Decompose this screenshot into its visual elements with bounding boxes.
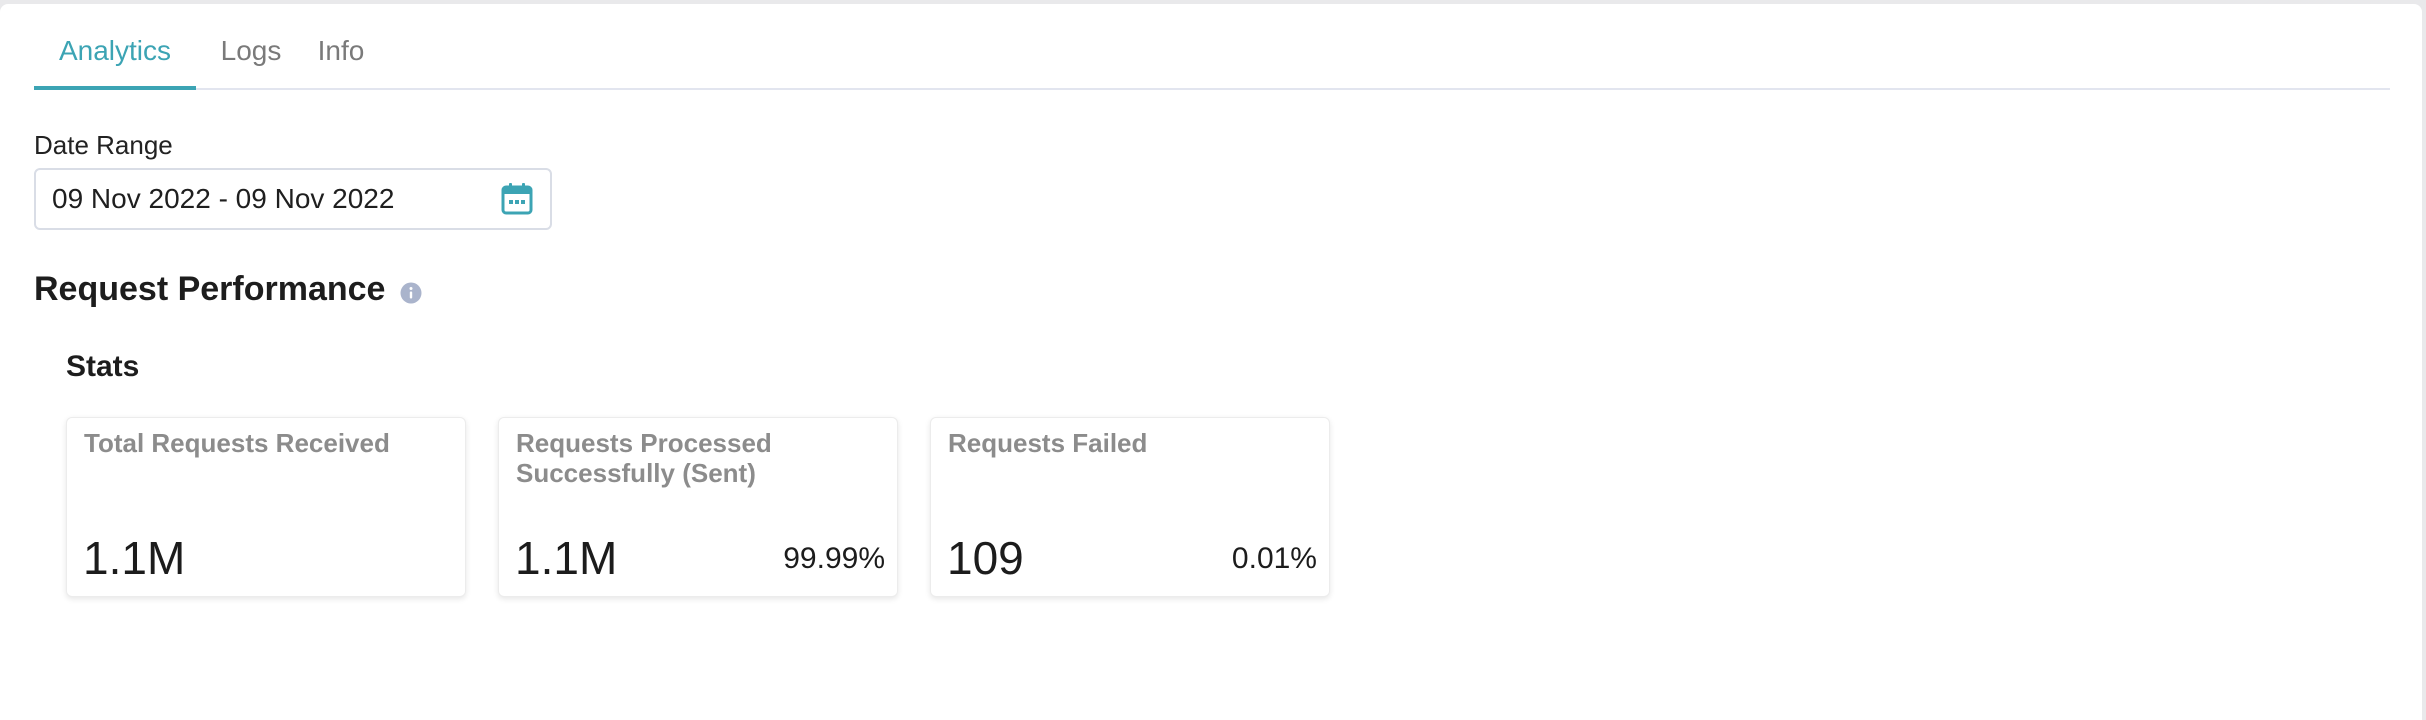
stat-card-percent: 99.99%: [783, 542, 885, 575]
stat-card-label: Requests Processed Successfully (Sent): [516, 428, 772, 488]
tab-analytics[interactable]: Analytics: [34, 4, 196, 90]
stat-card-value: 1.1M: [83, 532, 186, 584]
stat-card-requests-failed: Requests Failed 109 0.01%: [930, 417, 1330, 597]
info-icon[interactable]: [400, 282, 422, 304]
stat-card-percent: 0.01%: [1231, 542, 1317, 575]
calendar-icon[interactable]: [500, 182, 534, 216]
analytics-panel: Analytics Logs Info Date Range 09 Nov 20…: [0, 4, 2422, 720]
stat-card-total-requests: Total Requests Received 1.1M: [66, 417, 466, 597]
stat-card-value: 109: [947, 532, 1024, 584]
tab-bar: Analytics Logs Info: [34, 4, 2390, 90]
stat-card-label: Total Requests Received: [84, 428, 390, 458]
stats-title: Stats: [66, 350, 140, 383]
date-range-label: Date Range: [34, 130, 173, 160]
date-range-field[interactable]: 09 Nov 2022 - 09 Nov 2022: [34, 168, 552, 230]
request-performance-title: Request Performance: [34, 270, 386, 308]
stat-card-value: 1.1M: [515, 532, 618, 584]
date-range-value: 09 Nov 2022 - 09 Nov 2022: [52, 183, 395, 214]
stat-card-label: Requests Failed: [948, 428, 1148, 458]
tab-logs[interactable]: Logs: [212, 4, 290, 88]
stat-card-processed-successfully: Requests Processed Successfully (Sent) 1…: [498, 417, 898, 597]
tab-info[interactable]: Info: [308, 4, 374, 88]
